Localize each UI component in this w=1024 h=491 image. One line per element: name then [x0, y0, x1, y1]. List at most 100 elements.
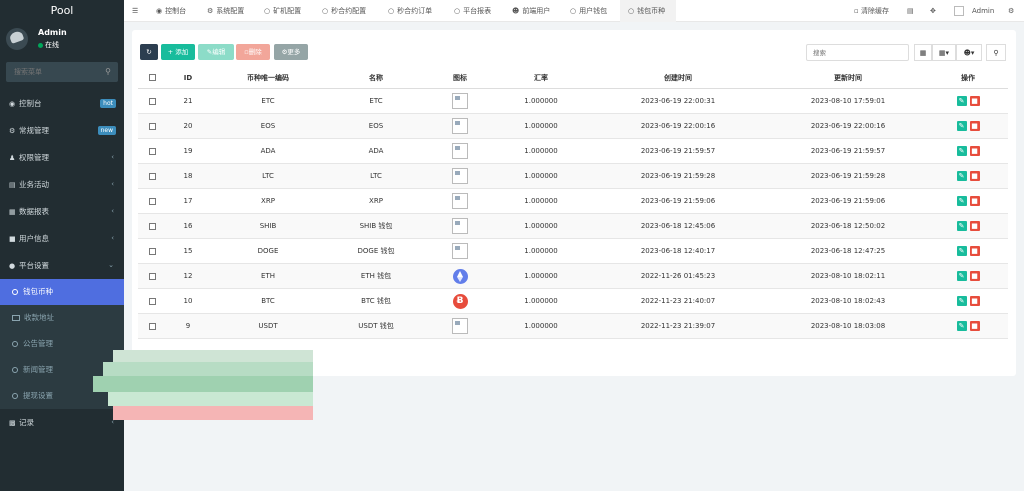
tab-contract-orders[interactable]: ○ 秒合约订单 — [388, 0, 432, 22]
tab-label: 平台报表 — [463, 7, 492, 15]
sidebar-item-wallet-coins[interactable]: 钱包币种 — [0, 279, 124, 305]
online-dot-icon — [38, 42, 43, 48]
admin-menu[interactable]: Admin — [954, 0, 994, 22]
sidebar-item-permissions[interactable]: ♟ 权限管理 ‹ — [0, 144, 124, 171]
cell-created: 2023-06-19 22:00:31 — [640, 97, 716, 105]
table-row[interactable]: 19 ADA ADA 1.000000 2023-06-19 21:59:57 2023-… — [138, 139, 1008, 164]
sidebar-item-reports[interactable]: ▦ 数据报表 ‹ — [0, 198, 124, 225]
table-search-input[interactable] — [807, 45, 908, 60]
tab-wallet-coins[interactable]: ○ 钱包币种 — [620, 0, 676, 22]
row-checkbox-cell — [138, 214, 166, 238]
sidebar-item-dashboard[interactable]: ◉ 控制台 hot — [0, 90, 124, 117]
table-row[interactable]: 9 USDT USDT 钱包 1.000000 2022-11-23 21:39:07 2… — [138, 314, 1008, 339]
row-edit-button[interactable]: ✎ — [956, 96, 967, 106]
column-header[interactable]: 图标 — [434, 67, 486, 88]
row-delete-button[interactable]: ■ — [969, 296, 980, 306]
row-edit-button[interactable]: ✎ — [956, 246, 967, 256]
sidebar-item-general[interactable]: ⚙ 常规管理 new — [0, 117, 124, 144]
table-row[interactable]: 21 ETC ETC 1.000000 2023-06-19 22:00:31 2023-… — [138, 89, 1008, 114]
sidebar-item-label: 新闻管理 — [23, 365, 53, 374]
column-header[interactable]: 创建时间 — [598, 67, 758, 88]
redacted-overlay — [88, 350, 313, 422]
tab-dashboard[interactable]: ◉ 控制台 — [156, 0, 186, 22]
fullscreen-icon[interactable]: ✥ — [930, 0, 936, 22]
row-edit-button[interactable]: ✎ — [956, 121, 967, 131]
delete-button[interactable]: ▫删除 — [236, 44, 270, 60]
app-logo[interactable]: Pool — [0, 0, 124, 22]
settings-icon[interactable]: ⚙ — [1008, 0, 1014, 22]
table-row[interactable]: 15 DOGE DOGE 钱包 1.000000 2023-06-18 12:40:17… — [138, 239, 1008, 264]
row-edit-button[interactable]: ✎ — [956, 146, 967, 156]
row-delete-button[interactable]: ■ — [969, 221, 980, 231]
table-row[interactable]: 18 LTC LTC 1.000000 2023-06-19 21:59:28 2023-… — [138, 164, 1008, 189]
columns-button[interactable]: ▦▾ — [932, 44, 956, 61]
cell-code: DOGE — [257, 247, 279, 255]
row-checkbox[interactable] — [148, 247, 156, 255]
table-row[interactable]: 16 SHIB SHIB 钱包 1.000000 2023-06-18 12:45:06… — [138, 214, 1008, 239]
clear-cache-button[interactable]: ▫ 清除缓存 — [854, 0, 889, 22]
tab-system-config[interactable]: ⚙ 系统配置 — [207, 0, 244, 22]
row-delete-button[interactable]: ■ — [969, 271, 980, 281]
column-header[interactable]: 名称 — [316, 67, 436, 88]
row-checkbox[interactable] — [148, 172, 156, 180]
sidebar-item-users[interactable]: ■ 用户信息 ‹ — [0, 225, 124, 252]
row-delete-button[interactable]: ■ — [969, 121, 980, 131]
row-checkbox[interactable] — [148, 297, 156, 305]
table-row[interactable]: 17 XRP XRP 1.000000 2023-06-19 21:59:06 2023-… — [138, 189, 1008, 214]
table-row[interactable]: 10 BTC BTC 钱包 Ƀ 1.000000 2022-11-23 21:40:07 2… — [138, 289, 1008, 314]
more-button[interactable]: ⚙更多 — [274, 44, 308, 60]
column-header[interactable]: 更新时间 — [768, 67, 928, 88]
row-edit-button[interactable]: ✎ — [956, 196, 967, 206]
sidebar-search-input[interactable] — [6, 62, 101, 82]
table-row[interactable]: 12 ETH ETH 钱包 1.000000 2022-11-26 01:45:23 20… — [138, 264, 1008, 289]
tab-platform-reports[interactable]: ○ 平台报表 — [454, 0, 491, 22]
row-delete-button[interactable]: ■ — [969, 196, 980, 206]
row-checkbox[interactable] — [148, 122, 156, 130]
column-header[interactable]: 操作 — [938, 67, 998, 88]
sidebar-item-platform[interactable]: ● 平台设置 ⌄ — [0, 252, 124, 279]
sidebar-item-receive-address[interactable]: 收款地址 — [0, 305, 124, 331]
row-checkbox[interactable] — [148, 197, 156, 205]
tab-miner-config[interactable]: ○ 矿机配置 — [264, 0, 301, 22]
cell-rate: 1.000000 — [524, 222, 558, 230]
add-button[interactable]: + 添加 — [161, 44, 195, 60]
row-delete-button[interactable]: ■ — [969, 321, 980, 331]
toggle-view-button[interactable]: ▦ — [914, 44, 932, 61]
export-button[interactable]: ☻▾ — [956, 44, 982, 61]
table-row[interactable]: 20 EOS EOS 1.000000 2023-06-19 22:00:16 2023-… — [138, 114, 1008, 139]
refresh-icon: ↻ — [146, 48, 152, 56]
row-edit-button[interactable]: ✎ — [956, 171, 967, 181]
row-delete-button[interactable]: ■ — [969, 246, 980, 256]
refresh-button[interactable]: ↻ — [140, 44, 158, 60]
row-checkbox[interactable] — [148, 97, 156, 105]
search-icon[interactable]: ⚲ — [105, 67, 111, 76]
cog-icon: ⚙ — [207, 7, 214, 15]
column-header[interactable]: ID — [168, 67, 208, 88]
translate-icon[interactable]: ▤ — [907, 0, 914, 22]
edit-button[interactable]: ✎编辑 — [198, 44, 234, 60]
tab-contract-config[interactable]: ○ 秒合约配置 — [322, 0, 366, 22]
select-all-checkbox[interactable] — [148, 74, 156, 81]
row-checkbox[interactable] — [148, 272, 156, 280]
advanced-search-button[interactable]: ⚲ — [986, 44, 1006, 61]
row-edit-button[interactable]: ✎ — [956, 321, 967, 331]
row-checkbox[interactable] — [148, 322, 156, 330]
tab-user-wallets[interactable]: ○ 用户钱包 — [570, 0, 607, 22]
cell-rate: 1.000000 — [524, 297, 558, 305]
row-edit-button[interactable]: ✎ — [956, 221, 967, 231]
sidebar-toggle-icon[interactable]: ☰ — [132, 0, 138, 22]
row-edit-button[interactable]: ✎ — [956, 271, 967, 281]
column-header[interactable]: 汇率 — [496, 67, 586, 88]
cell-rate: 1.000000 — [524, 97, 558, 105]
row-checkbox[interactable] — [148, 222, 156, 230]
row-edit-button[interactable]: ✎ — [956, 296, 967, 306]
row-delete-button[interactable]: ■ — [969, 146, 980, 156]
sidebar-item-business[interactable]: ▤ 业务活动 ‹ — [0, 171, 124, 198]
row-delete-button[interactable]: ■ — [969, 96, 980, 106]
cell-actions: ✎ ■ — [938, 289, 998, 313]
column-header[interactable]: 币种唯一编码 — [208, 67, 328, 88]
row-checkbox[interactable] — [148, 147, 156, 155]
tab-frontend-users[interactable]: ☻ 前端用户 — [512, 0, 550, 22]
cell-id: 20 — [183, 122, 193, 130]
row-delete-button[interactable]: ■ — [969, 171, 980, 181]
